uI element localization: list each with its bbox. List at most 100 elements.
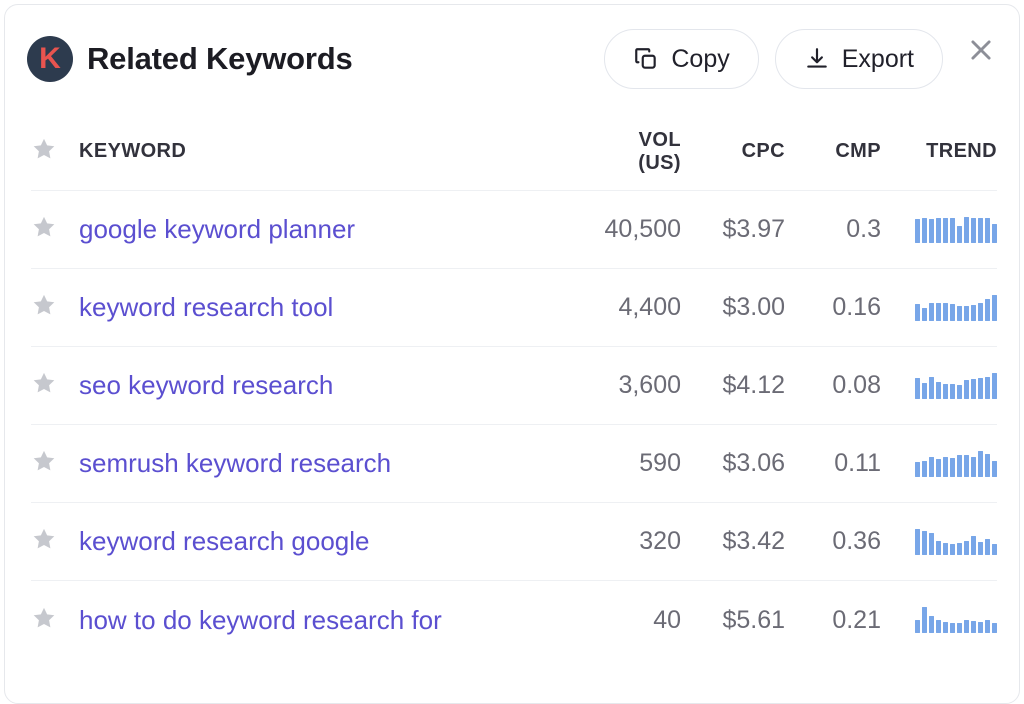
favorite-star-button[interactable] [31,370,79,401]
cmp-cell-value: 0.08 [832,371,881,399]
keywords-table: KEYWORD VOL (US) CPC CMP TREND google ke… [5,113,1019,659]
cpc-cell-value: $3.06 [722,449,785,477]
column-header-trend[interactable]: TREND [881,140,997,162]
trend-bar [936,302,941,321]
trend-bar [985,217,990,243]
table-row[interactable]: semrush keyword research 590 $3.06 0.11 [31,425,997,503]
cmp-cell: 0.36 [785,527,881,556]
column-header-keyword[interactable]: KEYWORD [79,140,565,162]
column-header-star [31,136,79,167]
trend-cell [881,528,997,555]
keyword-link[interactable]: semrush keyword research [79,448,391,478]
keyword-link[interactable]: keyword research tool [79,292,333,322]
trend-bar [971,378,976,399]
volume-cell: 40,500 [565,215,681,244]
column-header-cmp[interactable]: CMP [785,140,881,162]
favorite-star-button[interactable] [31,605,79,636]
trend-bar [950,383,955,399]
trend-bar [971,217,976,243]
export-button[interactable]: Export [774,29,943,89]
trend-bar [985,538,990,555]
trend-bar [971,456,976,477]
cpc-cell: $5.61 [681,606,785,635]
download-icon [804,46,830,72]
trend-bar [985,453,990,477]
trend-sparkline [915,607,997,633]
trend-bar [950,303,955,321]
keyword-link[interactable]: google keyword planner [79,214,355,244]
table-row[interactable]: google keyword planner 40,500 $3.97 0.3 [31,191,997,269]
table-row[interactable]: how to do keyword research for 40 $5.61 0.2… [31,581,997,659]
table-row[interactable]: keyword research google 320 $3.42 0.36 [31,503,997,581]
trend-bar [971,304,976,321]
cmp-cell: 0.16 [785,293,881,322]
trend-sparkline [915,450,997,477]
column-header-volume[interactable]: VOL (US) [565,129,681,174]
trend-bar [922,460,927,477]
table-row[interactable]: seo keyword research 3,600 $4.12 0.08 [31,347,997,425]
trend-bar [922,530,927,555]
favorite-star-button[interactable] [31,214,79,245]
trend-bar [943,217,948,243]
trend-bar [978,622,983,633]
star-icon [31,526,57,557]
trend-bar [964,454,969,477]
favorite-star-button[interactable] [31,526,79,557]
keyword-link[interactable]: how to do keyword research for [79,605,442,635]
trend-bar [943,622,948,633]
copy-icon [633,46,659,72]
favorite-star-button[interactable] [31,292,79,323]
volume-cell: 40 [565,606,681,635]
cpc-cell-value: $3.42 [722,527,785,555]
trend-bar [950,623,955,633]
volume-cell-value: 590 [639,449,681,477]
keyword-cell[interactable]: semrush keyword research [79,448,565,479]
trend-bar [992,543,997,555]
trend-bar [936,540,941,555]
star-icon [31,448,57,479]
keyword-cell[interactable]: keyword research tool [79,292,565,323]
trend-bar [922,382,927,399]
cpc-cell-value: $3.00 [722,293,785,321]
keyword-cell[interactable]: how to do keyword research for [79,605,565,636]
trend-bar [957,384,962,399]
cmp-cell: 0.08 [785,371,881,400]
cpc-cell: $3.06 [681,449,785,478]
cpc-cell: $3.42 [681,527,785,556]
copy-button[interactable]: Copy [604,29,759,89]
trend-bar [978,541,983,555]
trend-bar [936,458,941,477]
trend-bar [957,542,962,555]
keyword-cell[interactable]: seo keyword research [79,370,565,401]
trend-bar [957,623,962,633]
cmp-cell: 0.3 [785,215,881,244]
trend-bar [936,381,941,399]
trend-sparkline [915,372,997,399]
table-row[interactable]: keyword research tool 4,400 $3.00 0.16 [31,269,997,347]
volume-cell-value: 320 [639,527,681,555]
trend-cell [881,216,997,243]
cpc-cell: $4.12 [681,371,785,400]
trend-bar [915,528,920,555]
trend-bar [929,302,934,321]
related-keywords-panel: K Related Keywords Copy Export KEYWORD V… [4,4,1020,704]
trend-bar [922,607,927,633]
star-icon [31,605,57,636]
keyword-cell[interactable]: keyword research google [79,526,565,557]
column-header-cpc[interactable]: CPC [681,140,785,162]
brand: K Related Keywords [27,36,604,82]
volume-cell-value: 40,500 [604,215,681,243]
trend-bar [992,223,997,243]
keyword-link[interactable]: keyword research google [79,526,370,556]
trend-bar [950,457,955,477]
header-actions: Copy Export [604,29,1001,89]
trend-bar [992,623,997,633]
close-button[interactable] [961,31,1001,71]
cpc-cell-value: $4.12 [722,371,785,399]
table-header-row: KEYWORD VOL (US) CPC CMP TREND [31,113,997,191]
keyword-cell[interactable]: google keyword planner [79,214,565,245]
trend-bar [915,461,920,477]
cmp-cell-value: 0.36 [832,527,881,555]
favorite-star-button[interactable] [31,448,79,479]
keyword-link[interactable]: seo keyword research [79,370,333,400]
